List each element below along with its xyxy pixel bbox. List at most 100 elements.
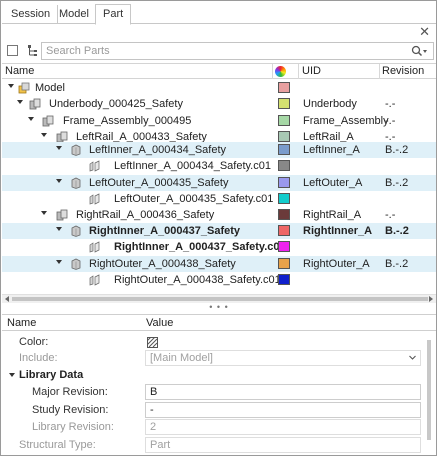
color-wheel-icon[interactable] bbox=[275, 66, 286, 77]
row-name: LeftInner_A_000434_Safety.c01 bbox=[114, 160, 271, 172]
row-name: Model bbox=[35, 82, 65, 94]
color-swatch[interactable] bbox=[278, 82, 290, 93]
property-color: Color: bbox=[2, 334, 436, 351]
color-swatch[interactable] bbox=[278, 131, 290, 142]
color-swatch[interactable] bbox=[278, 98, 290, 109]
section-label: Library Data bbox=[19, 369, 84, 381]
assembly-icon bbox=[29, 98, 41, 110]
panel-splitter[interactable]: • • • bbox=[2, 303, 436, 313]
property-column-name: Name bbox=[7, 317, 37, 329]
tree-row-underbody[interactable]: Underbody_000425_Safety Underbody -.- bbox=[2, 96, 436, 112]
row-name: LeftOuter_A_000435_Safety bbox=[89, 177, 229, 189]
part-tree: Model Underbody_000425_Safety Underbody … bbox=[2, 80, 436, 294]
color-swatch[interactable] bbox=[278, 193, 290, 204]
tree-row-model[interactable]: Model bbox=[2, 80, 436, 96]
scroll-left-icon[interactable] bbox=[5, 296, 9, 302]
tree-row-rightouter-c01[interactable]: RightOuter_A_000438_Safety.c01 bbox=[2, 272, 436, 288]
row-revision: B.-.2 bbox=[385, 144, 409, 156]
collapse-arrow-icon[interactable] bbox=[41, 133, 47, 137]
row-uid: LeftOuter_A bbox=[303, 177, 363, 189]
collapse-arrow-icon[interactable] bbox=[56, 260, 62, 264]
tree-row-rightouter[interactable]: RightOuter_A_000438_Safety RightOuter_A … bbox=[2, 256, 436, 272]
collapse-arrow-icon[interactable] bbox=[28, 117, 34, 121]
component-icon bbox=[89, 241, 100, 253]
tree-row-rightinner-c01[interactable]: RightInner_A_000437_Safety.c01 bbox=[2, 239, 436, 255]
tree-row-leftouter[interactable]: LeftOuter_A_000435_Safety LeftOuter_A B.… bbox=[2, 175, 436, 191]
color-swatch[interactable] bbox=[278, 209, 290, 220]
library-revision-label: Library Revision: bbox=[32, 421, 114, 433]
model-icon bbox=[18, 82, 30, 94]
column-header-name[interactable]: Name bbox=[5, 65, 34, 77]
library-revision-value: 2 bbox=[150, 421, 157, 433]
collapse-arrow-icon[interactable] bbox=[9, 373, 15, 377]
major-revision-field[interactable]: B bbox=[145, 384, 421, 400]
tab-strip: Session Model Part bbox=[2, 2, 436, 25]
collapse-arrow-icon[interactable] bbox=[41, 211, 47, 215]
tree-row-frame-assembly[interactable]: Frame_Assembly_000495 Frame_Assembly -.- bbox=[2, 113, 436, 129]
tree-row-leftinner-c01[interactable]: LeftInner_A_000434_Safety.c01 bbox=[2, 158, 436, 174]
search-input[interactable]: Search Parts bbox=[41, 42, 434, 60]
tab-model[interactable]: Model bbox=[52, 5, 97, 24]
row-name: LeftOuter_A_000435_Safety.c01 bbox=[114, 193, 274, 205]
vertical-scrollbar[interactable] bbox=[424, 334, 434, 452]
collapse-arrow-icon[interactable] bbox=[56, 179, 62, 183]
color-swatch[interactable] bbox=[278, 258, 290, 269]
column-header-uid[interactable]: UID bbox=[302, 65, 321, 77]
color-pattern-icon[interactable] bbox=[147, 337, 158, 348]
row-uid: RightRail_A bbox=[303, 209, 362, 221]
scrollbar-thumb[interactable] bbox=[427, 340, 431, 440]
tree-row-leftouter-c01[interactable]: LeftOuter_A_000435_Safety.c01 bbox=[2, 191, 436, 207]
structural-type-value: Part bbox=[150, 439, 171, 451]
row-uid: RightOuter_A bbox=[303, 258, 370, 270]
structural-type-label: Structural Type: bbox=[19, 439, 96, 451]
color-swatch[interactable] bbox=[278, 115, 290, 126]
collapse-arrow-icon[interactable] bbox=[8, 84, 14, 88]
component-icon bbox=[89, 160, 100, 172]
property-structural-type: Structural Type: Part bbox=[2, 437, 436, 454]
color-swatch[interactable] bbox=[278, 274, 290, 285]
tab-session[interactable]: Session bbox=[4, 5, 59, 24]
include-select[interactable]: [Main Model] bbox=[145, 350, 421, 366]
color-swatch[interactable] bbox=[278, 160, 290, 171]
part-icon bbox=[71, 144, 81, 156]
close-icon[interactable]: ✕ bbox=[419, 25, 430, 39]
collapse-arrow-icon[interactable] bbox=[56, 227, 62, 231]
row-name: RightOuter_A_000438_Safety bbox=[89, 258, 236, 270]
search-icon[interactable] bbox=[411, 45, 429, 58]
color-swatch[interactable] bbox=[278, 225, 290, 236]
row-name: LeftInner_A_000434_Safety bbox=[89, 144, 227, 156]
section-library-data[interactable]: Library Data bbox=[2, 367, 436, 384]
tree-row-rightrail[interactable]: RightRail_A_000436_Safety RightRail_A -.… bbox=[2, 207, 436, 223]
row-uid: Frame_Assembly bbox=[303, 115, 389, 127]
color-swatch[interactable] bbox=[278, 144, 290, 155]
study-revision-field[interactable]: - bbox=[145, 402, 421, 418]
color-swatch[interactable] bbox=[278, 241, 290, 252]
row-name: Frame_Assembly_000495 bbox=[63, 115, 192, 127]
major-revision-value: B bbox=[150, 386, 158, 398]
row-name: Underbody_000425_Safety bbox=[49, 98, 183, 110]
scrollbar-thumb[interactable] bbox=[12, 297, 428, 301]
color-swatch[interactable] bbox=[278, 177, 290, 188]
tree-view-icon[interactable] bbox=[26, 43, 40, 58]
collapse-arrow-icon[interactable] bbox=[56, 146, 62, 150]
property-study-revision: Study Revision: - bbox=[2, 402, 436, 419]
property-include: Include: [Main Model] bbox=[2, 350, 436, 367]
row-uid: RightInner_A bbox=[303, 225, 373, 237]
include-label: Include: bbox=[19, 352, 58, 364]
property-library-revision: Library Revision: 2 bbox=[2, 419, 436, 436]
part-icon bbox=[71, 225, 81, 237]
select-all-checkbox[interactable] bbox=[7, 45, 18, 56]
tab-part[interactable]: Part bbox=[95, 4, 132, 25]
scroll-right-icon[interactable] bbox=[429, 296, 433, 302]
chevron-down-icon[interactable] bbox=[409, 354, 416, 361]
assembly-icon bbox=[56, 209, 68, 221]
row-uid: Underbody bbox=[303, 98, 357, 110]
row-revision: B.-.2 bbox=[385, 258, 409, 270]
column-header-revision[interactable]: Revision bbox=[382, 65, 424, 77]
component-icon bbox=[89, 274, 100, 286]
part-browser-panel: Session Model Part ✕ Search Parts Name U… bbox=[0, 0, 437, 456]
tree-row-rightinner[interactable]: RightInner_A_000437_Safety RightInner_A … bbox=[2, 223, 436, 239]
collapse-arrow-icon[interactable] bbox=[17, 100, 23, 104]
tree-row-leftinner[interactable]: LeftInner_A_000434_Safety LeftInner_A B.… bbox=[2, 142, 436, 158]
row-revision: -.- bbox=[385, 98, 396, 110]
